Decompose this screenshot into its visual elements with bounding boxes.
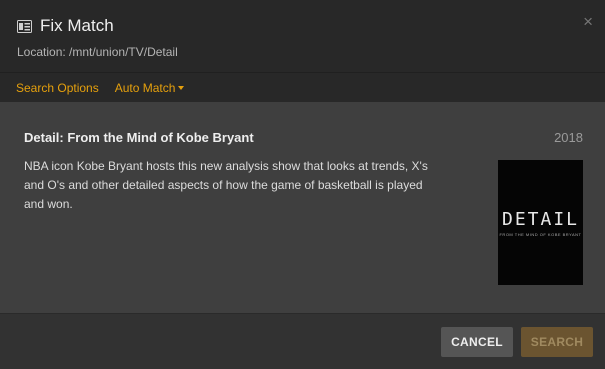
search-options-link[interactable]: Search Options (16, 81, 99, 95)
result-poster: DETAIL FROM THE MIND OF KOBE BRYANT (498, 160, 583, 285)
results-area: Detail: From the Mind of Kobe Bryant 201… (0, 102, 605, 313)
match-result[interactable]: Detail: From the Mind of Kobe Bryant 201… (24, 130, 583, 310)
location-path: Location: /mnt/union/TV/Detail (17, 45, 178, 59)
dialog-title: Fix Match (40, 16, 114, 35)
result-year: 2018 (554, 130, 583, 145)
auto-match-label: Auto Match (114, 80, 176, 95)
caret-down-icon (178, 86, 185, 91)
tv-guide-icon (17, 19, 32, 33)
cancel-button[interactable]: CANCEL (441, 326, 513, 357)
fix-match-dialog: Fix Match Location: /mnt/union/TV/Detail… (0, 0, 605, 369)
auto-match-dropdown[interactable]: Auto Match (115, 81, 185, 95)
title-row: Fix Match (17, 15, 587, 37)
poster-title: DETAIL (501, 208, 580, 230)
poster-subtitle: FROM THE MIND OF KOBE BRYANT (499, 231, 582, 237)
dialog-footer: CANCEL SEARCH (0, 313, 605, 369)
search-button[interactable]: SEARCH (521, 326, 593, 357)
close-icon[interactable]: × (583, 13, 593, 31)
dialog-header: Fix Match Location: /mnt/union/TV/Detail… (0, 0, 605, 72)
options-bar: Search Options Auto Match (0, 72, 605, 102)
result-description: NBA icon Kobe Bryant hosts this new anal… (24, 159, 428, 211)
result-title: Detail: From the Mind of Kobe Bryant (24, 130, 254, 145)
